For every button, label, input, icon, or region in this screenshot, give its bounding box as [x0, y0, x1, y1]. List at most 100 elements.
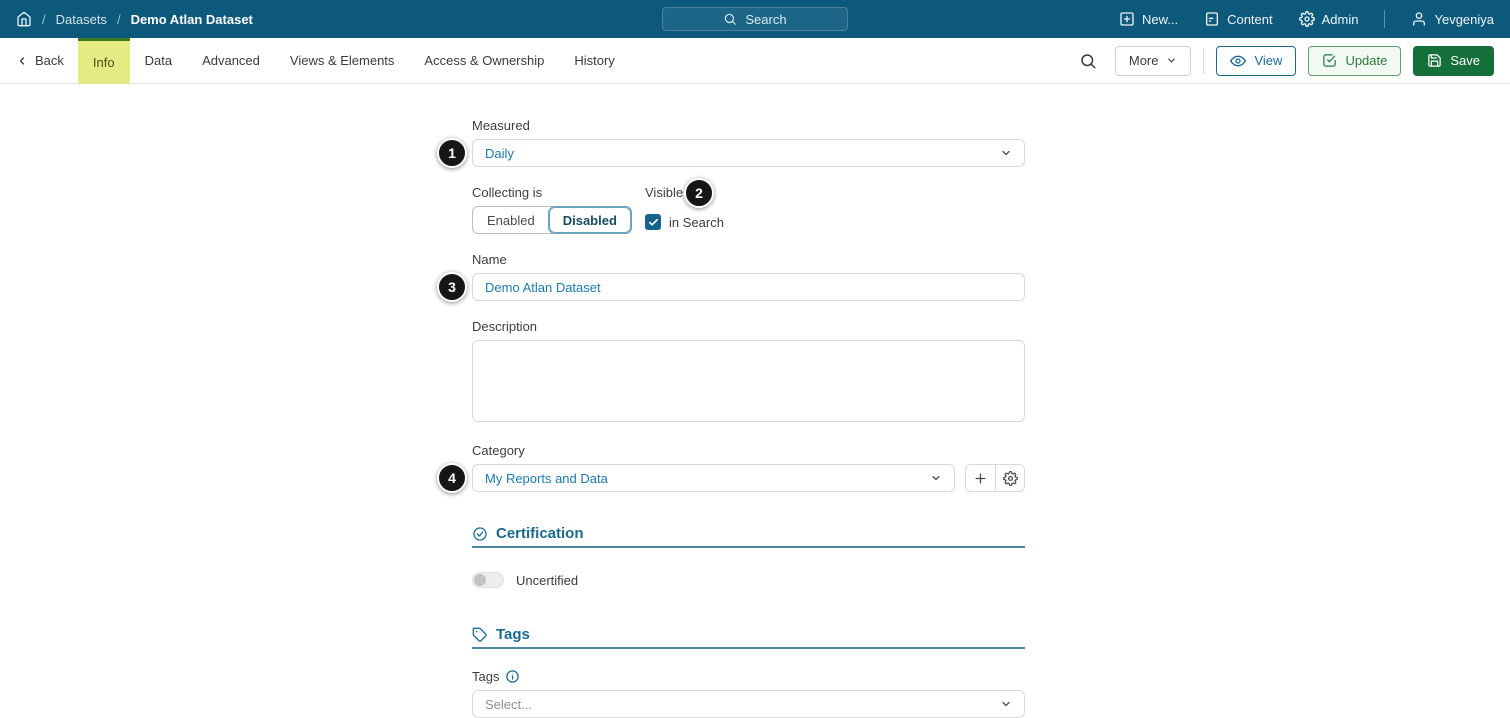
tags-section-heading: Tags: [472, 626, 1025, 643]
admin-button-label: Admin: [1322, 12, 1359, 27]
tab-views-elements-label: Views & Elements: [290, 53, 395, 68]
certification-section-heading: Certification: [472, 525, 1025, 542]
annotation-badge-3: 3: [437, 272, 467, 302]
collecting-enabled-button[interactable]: Enabled: [473, 207, 549, 233]
tab-data[interactable]: Data: [130, 38, 187, 84]
description-textarea[interactable]: [472, 340, 1025, 422]
global-search[interactable]: Search: [662, 7, 848, 31]
user-menu[interactable]: Yevgeniya: [1411, 11, 1494, 27]
update-button-label: Update: [1345, 53, 1387, 68]
topbar-actions: New... Content Admin Yevgeniya: [1119, 10, 1494, 28]
global-search-label: Search: [745, 12, 786, 27]
tab-info-label: Info: [93, 55, 115, 70]
annotation-badge-4: 4: [437, 463, 467, 493]
topbar-divider: [1384, 10, 1385, 28]
breadcrumb: / Datasets / Demo Atlan Dataset: [16, 11, 253, 27]
collecting-label: Collecting is: [472, 185, 645, 200]
chevron-down-icon: [930, 472, 942, 484]
new-button-label: New...: [1142, 12, 1178, 27]
update-button[interactable]: Update: [1308, 46, 1401, 76]
visible-in-search-checkbox[interactable]: [645, 214, 661, 230]
toolbar-search-icon[interactable]: [1079, 52, 1097, 70]
tab-advanced[interactable]: Advanced: [187, 38, 275, 84]
description-label: Description: [472, 319, 1025, 334]
tab-advanced-label: Advanced: [202, 53, 260, 68]
name-label: Name: [472, 252, 1025, 267]
tab-history-label: History: [574, 53, 614, 68]
toggle-knob: [474, 574, 486, 586]
tab-bar: Info Data Advanced Views & Elements Acce…: [78, 38, 630, 84]
topbar: / Datasets / Demo Atlan Dataset Search N…: [0, 0, 1510, 38]
toolbar-actions: More View Update Save: [1079, 46, 1494, 76]
breadcrumb-separator: /: [42, 12, 46, 27]
tab-access-ownership-label: Access & Ownership: [424, 53, 544, 68]
tab-history[interactable]: History: [559, 38, 629, 84]
plus-square-icon: [1119, 11, 1135, 27]
content-button[interactable]: Content: [1204, 11, 1273, 27]
tab-access-ownership[interactable]: Access & Ownership: [409, 38, 559, 84]
tab-info[interactable]: Info: [78, 38, 130, 84]
collecting-disabled-button[interactable]: Disabled: [549, 207, 631, 233]
tab-data-label: Data: [145, 53, 172, 68]
add-category-button[interactable]: [966, 465, 995, 491]
chevron-down-icon: [1166, 55, 1177, 66]
info-icon[interactable]: [505, 669, 520, 684]
dataset-form: Measured 1 Daily Collecting is Enabled D…: [472, 84, 1025, 718]
chevron-down-icon: [1000, 147, 1012, 159]
save-button[interactable]: Save: [1413, 46, 1494, 76]
tab-views-elements[interactable]: Views & Elements: [275, 38, 410, 84]
certification-toggle[interactable]: [472, 572, 504, 588]
category-actions: [965, 464, 1025, 492]
tags-field-label: Tags: [472, 669, 499, 684]
name-input[interactable]: [472, 273, 1025, 301]
certification-badge-icon: [472, 526, 488, 542]
toolbar: Back Info Data Advanced Views & Elements…: [0, 38, 1510, 84]
home-icon[interactable]: [16, 11, 32, 27]
category-select[interactable]: My Reports and Data: [472, 464, 955, 492]
content-file-icon: [1204, 11, 1220, 27]
check-square-icon: [1322, 53, 1337, 68]
eye-icon: [1230, 53, 1246, 69]
more-button[interactable]: More: [1115, 46, 1192, 76]
tag-icon: [472, 627, 488, 643]
gear-icon: [1299, 11, 1315, 27]
measured-value: Daily: [485, 146, 514, 161]
new-button[interactable]: New...: [1119, 11, 1178, 27]
back-button[interactable]: Back: [16, 53, 64, 68]
measured-select[interactable]: Daily: [472, 139, 1025, 167]
user-name-label: Yevgeniya: [1434, 12, 1494, 27]
tags-placeholder: Select...: [485, 697, 532, 712]
content-button-label: Content: [1227, 12, 1273, 27]
plus-icon: [973, 471, 988, 486]
breadcrumb-datasets[interactable]: Datasets: [56, 12, 107, 27]
check-icon: [648, 217, 659, 228]
measured-label: Measured: [472, 118, 1025, 133]
save-button-label: Save: [1450, 53, 1480, 68]
breadcrumb-current-page: Demo Atlan Dataset: [131, 12, 253, 27]
view-button-label: View: [1254, 53, 1282, 68]
gear-icon: [1003, 471, 1018, 486]
view-button[interactable]: View: [1216, 46, 1296, 76]
visible-in-search-label: in Search: [669, 215, 724, 230]
user-icon: [1411, 11, 1427, 27]
annotation-badge-2: 2: [684, 178, 714, 208]
toolbar-divider: [1203, 48, 1204, 74]
admin-button[interactable]: Admin: [1299, 11, 1359, 27]
collecting-segmented-control: Enabled Disabled: [472, 206, 632, 234]
annotation-badge-1: 1: [437, 138, 467, 168]
tags-select[interactable]: Select...: [472, 690, 1025, 718]
certification-toggle-label: Uncertified: [516, 573, 578, 588]
category-settings-button[interactable]: [995, 465, 1024, 491]
category-label: Category: [472, 443, 1025, 458]
certification-heading-label: Certification: [496, 525, 584, 542]
category-value: My Reports and Data: [485, 471, 608, 486]
section-divider: [472, 647, 1025, 649]
save-icon: [1427, 53, 1442, 68]
more-button-label: More: [1129, 53, 1159, 68]
chevron-left-icon: [16, 55, 28, 67]
breadcrumb-separator: /: [117, 12, 121, 27]
back-button-label: Back: [35, 53, 64, 68]
section-divider: [472, 546, 1025, 548]
search-icon: [723, 12, 737, 26]
chevron-down-icon: [1000, 698, 1012, 710]
